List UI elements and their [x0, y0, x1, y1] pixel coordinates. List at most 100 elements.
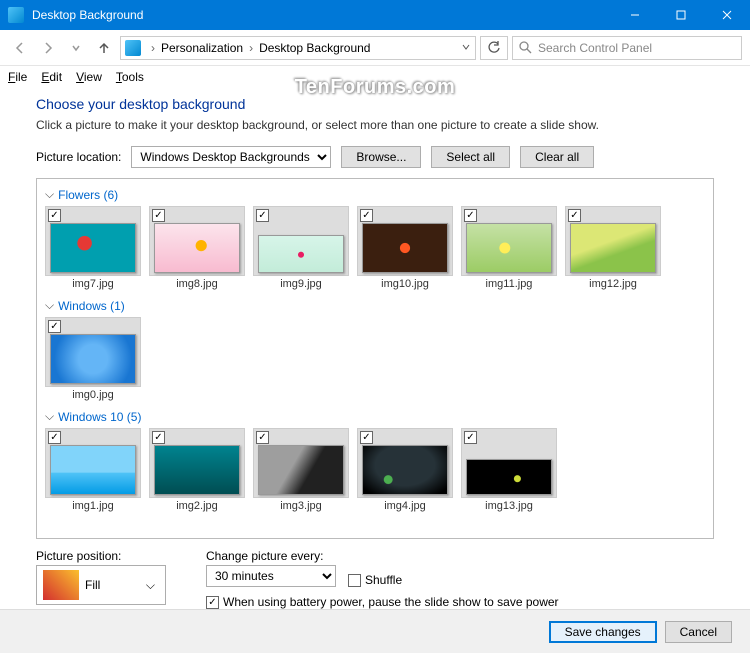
wallpaper-thumbnail[interactable]: ✓ img1.jpg: [45, 428, 141, 512]
thumbnail-checkbox[interactable]: ✓: [360, 209, 373, 222]
maximize-button[interactable]: [658, 0, 704, 30]
change-label: Change picture every:: [206, 549, 559, 563]
select-all-button[interactable]: Select all: [431, 146, 510, 168]
thumbnail-image: [466, 223, 552, 273]
chevron-down-icon: ⌵: [140, 578, 161, 593]
thumbnail-filename: img12.jpg: [589, 278, 637, 290]
chevron-down-icon: ⌵: [45, 298, 54, 313]
thumbnail-row: ✓ img0.jpg: [45, 317, 705, 401]
breadcrumb[interactable]: › Personalization › Desktop Background: [120, 36, 476, 60]
menu-edit[interactable]: Edit: [41, 70, 62, 84]
thumbnail-filename: img4.jpg: [384, 500, 426, 512]
thumbnail-checkbox[interactable]: ✓: [152, 431, 165, 444]
cancel-button[interactable]: Cancel: [665, 621, 732, 643]
thumbnail-filename: img1.jpg: [72, 500, 114, 512]
save-button[interactable]: Save changes: [549, 621, 657, 643]
chevron-down-icon: ⌵: [45, 409, 54, 424]
wallpaper-thumbnail[interactable]: ✓ img12.jpg: [565, 206, 661, 290]
battery-label: When using battery power, pause the slid…: [223, 595, 559, 609]
group-header[interactable]: ⌵ Windows (1): [45, 294, 705, 317]
wallpaper-thumbnail[interactable]: ✓ img2.jpg: [149, 428, 245, 512]
refresh-button[interactable]: [480, 36, 508, 60]
content: Choose your desktop background Click a p…: [0, 88, 750, 609]
menu-view[interactable]: View: [76, 70, 102, 84]
page-heading: Choose your desktop background: [36, 96, 714, 112]
thumbnail-filename: img2.jpg: [176, 500, 218, 512]
wallpaper-thumbnail[interactable]: ✓ img0.jpg: [45, 317, 141, 401]
page-subtext: Click a picture to make it your desktop …: [36, 118, 714, 132]
minimize-button[interactable]: [612, 0, 658, 30]
browse-button[interactable]: Browse...: [341, 146, 421, 168]
thumbnail-checkbox[interactable]: ✓: [360, 431, 373, 444]
chevron-down-icon: ⌵: [45, 187, 54, 202]
thumbnail-checkbox[interactable]: ✓: [568, 209, 581, 222]
thumbnail-filename: img0.jpg: [72, 389, 114, 401]
thumbnail-filename: img8.jpg: [176, 278, 218, 290]
thumbnail-filename: img13.jpg: [485, 500, 533, 512]
thumbnail-filename: img3.jpg: [280, 500, 322, 512]
shuffle-checkbox[interactable]: [348, 574, 361, 587]
thumbnail-image: [258, 445, 344, 495]
location-row: Picture location: Windows Desktop Backgr…: [36, 146, 714, 168]
personalization-icon: [125, 40, 141, 56]
options-row: Picture position: Fill ⌵ Change picture …: [36, 539, 714, 609]
menu-file[interactable]: File: [8, 70, 27, 84]
clear-all-button[interactable]: Clear all: [520, 146, 594, 168]
back-button[interactable]: [8, 36, 32, 60]
wallpaper-thumbnail[interactable]: ✓ img8.jpg: [149, 206, 245, 290]
wallpaper-thumbnail[interactable]: ✓img7.jpg: [45, 206, 141, 290]
window-title: Desktop Background: [32, 8, 612, 22]
breadcrumb-item[interactable]: Desktop Background: [259, 41, 370, 55]
search-placeholder: Search Control Panel: [538, 41, 652, 55]
breadcrumb-item[interactable]: Personalization: [161, 41, 243, 55]
group: ⌵ Windows (1) ✓ img0.jpg: [45, 294, 705, 401]
location-select[interactable]: Windows Desktop Backgrounds: [131, 146, 331, 168]
wallpaper-thumbnail[interactable]: ✓img11.jpg: [461, 206, 557, 290]
picture-list[interactable]: ⌵ Flowers (6)✓img7.jpg✓img8.jpg✓img9.jpg…: [36, 178, 714, 539]
thumbnail-checkbox[interactable]: ✓: [48, 209, 61, 222]
recent-dropdown[interactable]: [64, 36, 88, 60]
position-value: Fill: [85, 578, 100, 592]
navbar: › Personalization › Desktop Background S…: [0, 30, 750, 66]
shuffle-label: Shuffle: [365, 573, 402, 587]
app-icon: [8, 7, 24, 23]
forward-button[interactable]: [36, 36, 60, 60]
search-input[interactable]: Search Control Panel: [512, 36, 742, 60]
thumbnail-checkbox[interactable]: ✓: [256, 209, 269, 222]
close-button[interactable]: [704, 0, 750, 30]
titlebar: Desktop Background: [0, 0, 750, 30]
chevron-down-icon[interactable]: [461, 41, 471, 55]
thumbnail-image: [362, 445, 448, 495]
wallpaper-thumbnail[interactable]: ✓ img4.jpg: [357, 428, 453, 512]
thumbnail-row: ✓img7.jpg✓img8.jpg✓img9.jpg✓img10.jpg✓im…: [45, 206, 705, 290]
wallpaper-thumbnail[interactable]: ✓ img3.jpg: [253, 428, 349, 512]
thumbnail-row: ✓ img1.jpg ✓ img2.jpg ✓ img3.jpg ✓ img4.jpg ✓ img…: [45, 428, 705, 512]
menubar: File Edit View Tools: [0, 66, 750, 88]
chevron-right-icon: ›: [147, 41, 159, 55]
thumbnail-checkbox[interactable]: ✓: [464, 209, 477, 222]
position-select[interactable]: Fill ⌵: [36, 565, 166, 605]
thumbnail-image: [258, 235, 344, 273]
wallpaper-thumbnail[interactable]: ✓img9.jpg: [253, 206, 349, 290]
menu-tools[interactable]: Tools: [116, 70, 144, 84]
thumbnail-image: [50, 334, 136, 384]
thumbnail-image: [50, 223, 136, 273]
thumbnail-image: [154, 445, 240, 495]
battery-checkbox[interactable]: ✓: [206, 596, 219, 609]
thumbnail-checkbox[interactable]: ✓: [48, 320, 61, 333]
thumbnail-checkbox[interactable]: ✓: [256, 431, 269, 444]
thumbnail-checkbox[interactable]: ✓: [152, 209, 165, 222]
group: ⌵ Windows 10 (5) ✓ img1.jpg ✓ img2.jpg ✓ img3.…: [45, 405, 705, 512]
group-header[interactable]: ⌵ Flowers (6): [45, 183, 705, 206]
thumbnail-checkbox[interactable]: ✓: [48, 431, 61, 444]
position-preview: [43, 570, 79, 600]
position-label: Picture position:: [36, 549, 166, 563]
thumbnail-image: [570, 223, 656, 273]
wallpaper-thumbnail[interactable]: ✓ img13.jpg: [461, 428, 557, 512]
group-header[interactable]: ⌵ Windows 10 (5): [45, 405, 705, 428]
wallpaper-thumbnail[interactable]: ✓img10.jpg: [357, 206, 453, 290]
thumbnail-image: [466, 459, 552, 495]
up-button[interactable]: [92, 36, 116, 60]
thumbnail-checkbox[interactable]: ✓: [464, 431, 477, 444]
change-interval-select[interactable]: 30 minutes: [206, 565, 336, 587]
